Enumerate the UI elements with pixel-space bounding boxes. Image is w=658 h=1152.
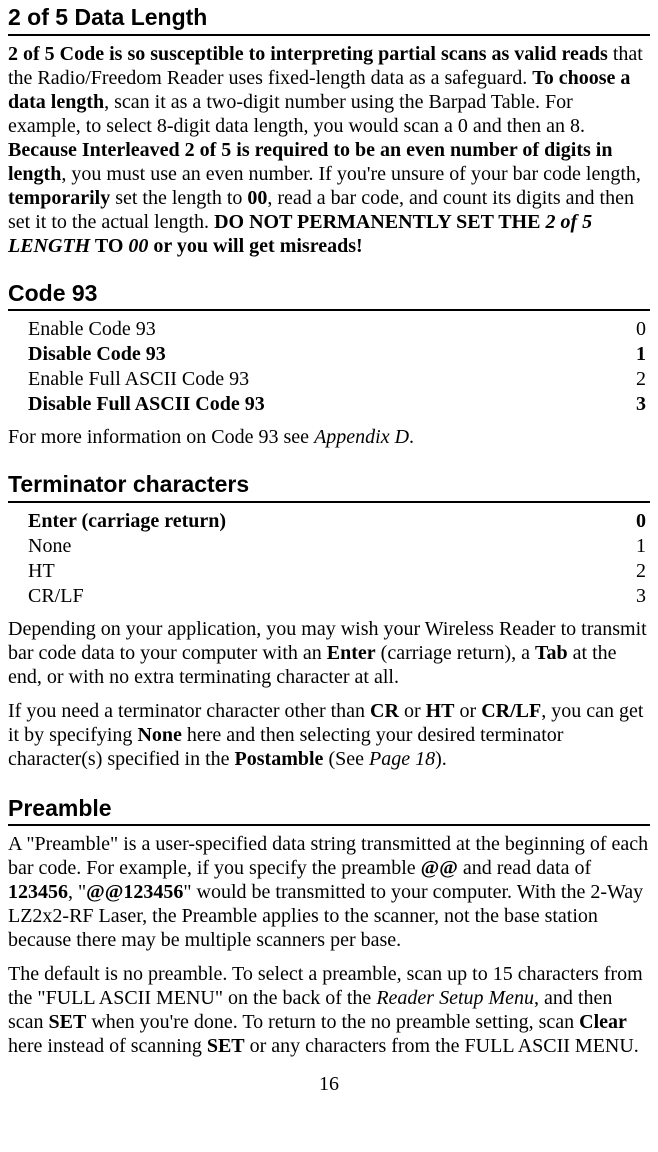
heading-code-93: Code 93	[8, 280, 650, 308]
heading-terminator: Terminator characters	[8, 471, 650, 499]
rule	[8, 309, 650, 311]
paragraph-code-93-more-info: For more information on Code 93 see Appe…	[8, 425, 650, 449]
option-label: Disable Code 93	[28, 342, 166, 367]
option-row: Disable Full ASCII Code 93 3	[28, 392, 646, 417]
page-number: 16	[8, 1072, 650, 1096]
option-value: 3	[636, 392, 646, 417]
option-label: CR/LF	[28, 584, 84, 609]
rule	[8, 824, 650, 826]
option-row: Disable Code 93 1	[28, 342, 646, 367]
option-row: Enable Full ASCII Code 93 2	[28, 367, 646, 392]
option-value: 0	[636, 509, 646, 534]
option-row: Enter (carriage return) 0	[28, 509, 646, 534]
paragraph-preamble-2: The default is no preamble. To select a …	[8, 962, 650, 1058]
option-value: 1	[636, 534, 646, 559]
options-code-93: Enable Code 930Disable Code 931Enable Fu…	[8, 317, 650, 417]
option-value: 2	[636, 367, 646, 392]
option-row: CR/LF 3	[28, 584, 646, 609]
option-label: HT	[28, 559, 55, 584]
option-label: Enter (carriage return)	[28, 509, 226, 534]
option-value: 3	[636, 584, 646, 609]
option-label: Disable Full ASCII Code 93	[28, 392, 265, 417]
paragraph-data-length: 2 of 5 Code is so susceptible to interpr…	[8, 42, 650, 258]
paragraph-terminator-1: Depending on your application, you may w…	[8, 617, 650, 689]
heading-data-length: 2 of 5 Data Length	[8, 4, 650, 32]
rule	[8, 501, 650, 503]
paragraph-terminator-2: If you need a terminator character other…	[8, 699, 650, 771]
option-label: None	[28, 534, 71, 559]
option-value: 1	[636, 342, 646, 367]
option-value: 2	[636, 559, 646, 584]
options-terminator: Enter (carriage return) 0 None 1 HT 2 CR/LF 3	[8, 509, 650, 609]
option-value: 0	[636, 317, 646, 342]
option-row: Enable Code 93 0	[28, 317, 646, 342]
heading-preamble: Preamble	[8, 795, 650, 823]
option-label: Enable Full ASCII Code 93	[28, 367, 249, 392]
option-row: HT 2	[28, 559, 646, 584]
rule	[8, 34, 650, 36]
paragraph-preamble-1: A "Preamble" is a user-specified data st…	[8, 832, 650, 952]
option-label: Enable Code 93	[28, 317, 156, 342]
option-row: None 1	[28, 534, 646, 559]
